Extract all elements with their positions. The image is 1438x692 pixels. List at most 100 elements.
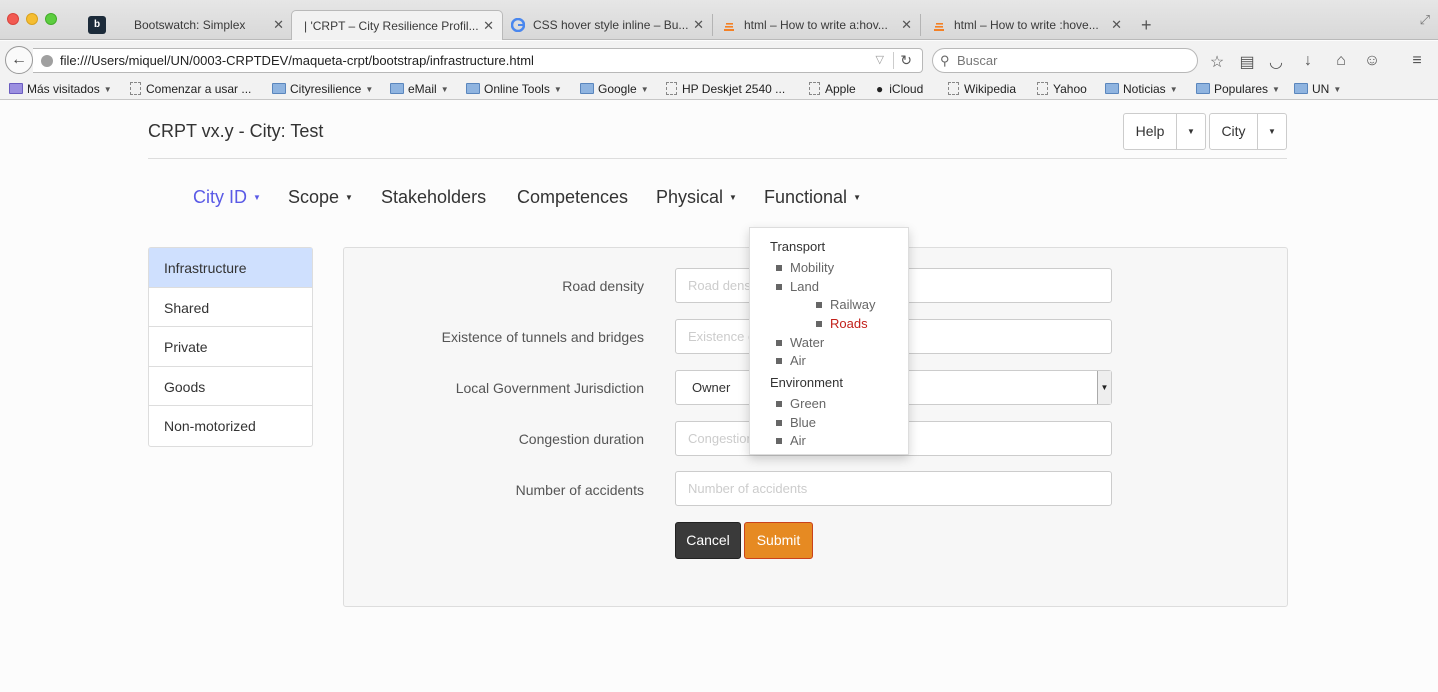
cancel-button[interactable]: Cancel	[675, 522, 741, 559]
fullscreen-icon[interactable]: ⤢	[1420, 12, 1430, 28]
sidebar-item-shared[interactable]: Shared	[149, 288, 312, 328]
back-arrow-icon[interactable]: ←	[5, 46, 33, 74]
bookmark-cityresilience[interactable]: Cityresilience ▼	[272, 82, 373, 96]
jurisdiction-label: Local Government Jurisdiction	[455, 380, 644, 396]
dropdown-item-mobility[interactable]: Mobility	[775, 260, 834, 275]
app-brand-title[interactable]: CRPT vx.y - City: Test	[148, 121, 323, 142]
bookmark-online-tools[interactable]: Online Tools ▼	[466, 82, 562, 96]
chevron-down-icon: ▼	[365, 85, 374, 94]
city-dropdown-caret-icon[interactable]: ▼	[1257, 113, 1287, 150]
url-bar[interactable]: file:///Users/miquel/UN/0003-CRPTDEV/maq…	[33, 48, 923, 73]
reading-list-icon[interactable]: ▤	[1237, 52, 1257, 72]
tab-css-hover[interactable]: CSS hover style inline – Bu... ✕	[504, 10, 712, 40]
close-tab-icon[interactable]: ✕	[273, 10, 284, 40]
browser-nav-bar: ← file:///Users/miquel/UN/0003-CRPTDEV/m…	[0, 41, 1438, 78]
nav-city-id[interactable]: City ID ▼	[193, 187, 261, 208]
chevron-down-icon: ▼	[253, 193, 261, 202]
bookmark-apple[interactable]: Apple	[809, 82, 856, 96]
bookmark-comenzar[interactable]: Comenzar a usar ...	[130, 82, 251, 96]
sidebar-item-infrastructure[interactable]: Infrastructure	[149, 248, 312, 288]
chevron-down-icon: ▼	[103, 85, 112, 94]
bookmark-wikipedia[interactable]: Wikipedia	[948, 82, 1016, 96]
bookmark-label: eMail	[408, 82, 437, 96]
sidebar-item-non-motorized[interactable]: Non-motorized	[149, 406, 312, 446]
zoom-window-button[interactable]	[45, 13, 57, 25]
tab-stackoverflow-1[interactable]: html – How to write a:hov... ✕	[713, 10, 920, 40]
bookmark-label: Yahoo	[1053, 82, 1087, 96]
bookmark-google[interactable]: Google ▼	[580, 82, 649, 96]
dropdown-header-environment: Environment	[770, 375, 843, 390]
help-dropdown-caret-icon[interactable]: ▼	[1176, 113, 1206, 150]
tab-title: | 'CRPT – City Resilience Profil...	[304, 19, 479, 33]
dropdown-item-water[interactable]: Water	[775, 335, 824, 350]
home-icon[interactable]: ⌂	[1331, 52, 1351, 70]
accidents-input[interactable]: Number of accidents	[675, 471, 1112, 506]
close-tab-icon[interactable]: ✕	[1111, 10, 1122, 40]
apple-logo-icon: ●	[876, 82, 884, 96]
nav-physical[interactable]: Physical ▼	[656, 187, 737, 208]
pinned-tab-bootswatch-icon[interactable]: b	[88, 16, 106, 34]
minimize-window-button[interactable]	[26, 13, 38, 25]
tab-title: html – How to write a:hov...	[744, 18, 888, 32]
bookmark-email[interactable]: eMail ▼	[390, 82, 449, 96]
tab-title: Bootswatch: Simplex	[134, 18, 246, 32]
dropdown-item-blue[interactable]: Blue	[775, 415, 816, 430]
folder-icon	[390, 83, 404, 94]
nav-scope[interactable]: Scope ▼	[288, 187, 353, 208]
nav-stakeholders[interactable]: Stakeholders	[381, 187, 486, 208]
url-history-dropdown-icon[interactable]: ▽	[876, 49, 884, 72]
dropdown-item-air[interactable]: Air	[776, 353, 806, 368]
sidebar-item-private[interactable]: Private	[149, 327, 312, 367]
bookmark-label: Cityresilience	[290, 82, 362, 96]
close-tab-icon[interactable]: ✕	[693, 10, 704, 40]
tab-crpt-active[interactable]: | 'CRPT – City Resilience Profil... ✕	[291, 10, 503, 40]
sidebar-item-goods[interactable]: Goods	[149, 367, 312, 407]
tunnels-bridges-label: Existence of tunnels and bridges	[441, 329, 644, 345]
dropdown-item-air-environment[interactable]: Air	[776, 433, 806, 448]
chevron-down-icon: ▼	[1272, 85, 1280, 94]
page-icon	[130, 82, 141, 95]
bookmark-hp-deskjet[interactable]: HP Deskjet 2540 ...	[666, 82, 785, 96]
close-window-button[interactable]	[7, 13, 19, 25]
globe-icon	[41, 55, 53, 67]
bookmark-noticias[interactable]: Noticias ▼	[1105, 82, 1178, 96]
bookmark-star-icon[interactable]: ☆	[1207, 52, 1227, 72]
tab-bootswatch[interactable]: Bootswatch: Simplex ✕	[112, 10, 292, 40]
search-input[interactable]: ⚲ Buscar	[932, 48, 1198, 73]
submit-button[interactable]: Submit	[744, 522, 813, 559]
city-button[interactable]: City	[1209, 113, 1258, 150]
close-tab-icon[interactable]: ✕	[483, 11, 494, 40]
tab-title: CSS hover style inline – Bu...	[533, 18, 689, 32]
dropdown-item-green[interactable]: Green	[775, 396, 826, 411]
chat-icon[interactable]: ☺	[1362, 52, 1382, 70]
close-tab-icon[interactable]: ✕	[901, 10, 912, 40]
downloads-icon[interactable]: ↓	[1298, 52, 1318, 70]
help-button[interactable]: Help	[1123, 113, 1177, 150]
bookmark-label: Noticias	[1123, 82, 1166, 96]
chevron-down-icon: ▼	[345, 193, 353, 202]
menu-hamburger-icon[interactable]: ≡	[1407, 52, 1427, 70]
new-tab-plus-icon[interactable]: +	[1141, 15, 1152, 36]
chevron-down-icon: ▼	[553, 85, 562, 94]
bookmark-icloud[interactable]: ● iCloud	[876, 82, 923, 96]
page-icon	[666, 82, 677, 95]
bookmark-label: Más visitados	[27, 82, 100, 96]
dropdown-item-railway[interactable]: Railway	[816, 297, 876, 312]
bookmarks-toolbar: Más visitados ▼ Comenzar a usar ... Cityr…	[0, 78, 1438, 100]
chevron-down-icon: ▼	[1169, 85, 1178, 94]
stackoverflow-icon	[934, 23, 944, 31]
tab-stackoverflow-2[interactable]: html – How to write :hove... ✕	[921, 10, 1130, 40]
bookmark-mas-visitados[interactable]: Más visitados ▼	[9, 82, 112, 96]
dropdown-item-roads[interactable]: Roads	[816, 316, 868, 331]
reload-icon[interactable]: ↻	[900, 49, 912, 72]
nav-functional[interactable]: Functional ▼	[764, 187, 861, 208]
pocket-icon[interactable]: ◡	[1266, 52, 1286, 72]
dropdown-item-land[interactable]: Land	[776, 279, 819, 294]
bookmark-yahoo[interactable]: Yahoo	[1037, 82, 1087, 96]
tab-title: html – How to write :hove...	[954, 18, 1099, 32]
folder-icon	[1105, 83, 1119, 94]
bookmark-populares[interactable]: Populares ▼	[1196, 82, 1280, 96]
bookmark-un[interactable]: UN ▼	[1294, 82, 1341, 96]
nav-competences[interactable]: Competences	[517, 187, 628, 208]
bookmark-label: HP Deskjet 2540 ...	[682, 82, 786, 96]
